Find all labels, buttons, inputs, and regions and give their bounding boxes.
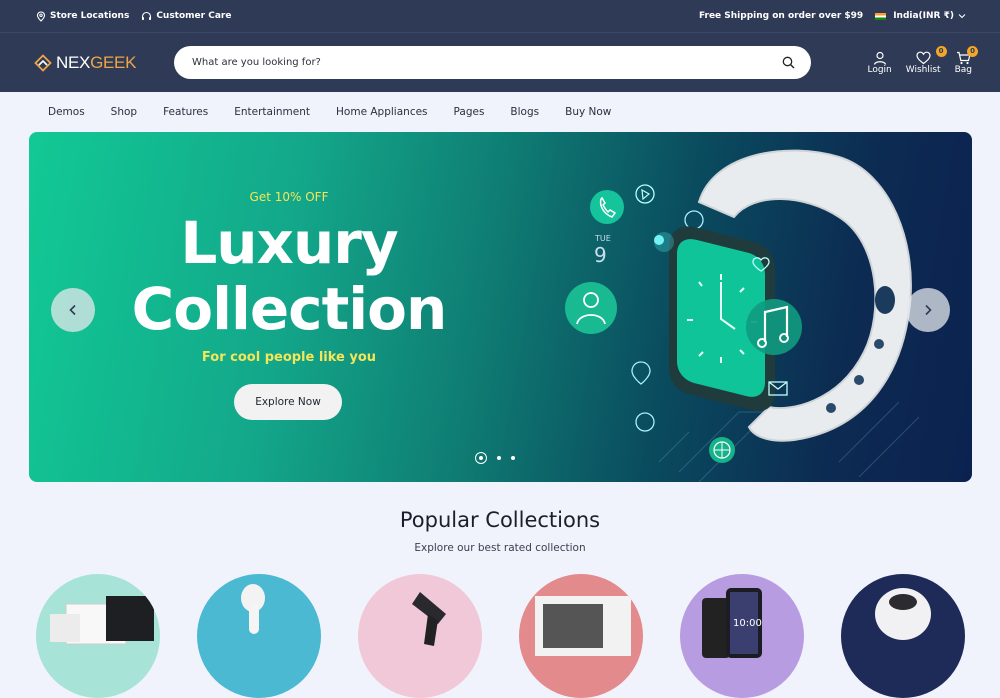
- top-bar-right: Free Shipping on order over $99 India(IN…: [699, 11, 966, 21]
- smart-speaker-image: [875, 588, 931, 640]
- hair-dryer-image: [412, 592, 446, 646]
- hero-banner: Get 10% OFF Luxury Collection For cool p…: [29, 132, 972, 482]
- watch-day: TUE: [594, 234, 611, 243]
- collection-hair-dryers[interactable]: [358, 574, 482, 698]
- collection-microwaves[interactable]: [519, 574, 643, 698]
- bag-count-badge: 0: [967, 45, 978, 57]
- nav-item-home-appliances[interactable]: Home Appliances: [336, 106, 428, 118]
- bag-button[interactable]: 0 Bag: [954, 45, 978, 75]
- collections-title: Popular Collections: [399, 508, 601, 532]
- logo-suffix: GEEK: [90, 52, 137, 72]
- logo-prefix: NEX: [56, 52, 91, 72]
- nav-item-entertainment[interactable]: Entertainment: [234, 106, 310, 118]
- logo-mark-icon: [34, 53, 52, 72]
- nav-item-demos[interactable]: Demos: [48, 106, 85, 118]
- headset-icon: [142, 11, 152, 20]
- microwave-image: [535, 596, 631, 656]
- nav-item-shop[interactable]: Shop: [111, 106, 137, 118]
- hero-title-line1: Luxury: [180, 209, 398, 277]
- wishlist-button[interactable]: 0 Wishlist: [905, 45, 947, 75]
- customer-care-label: Customer Care: [156, 11, 232, 21]
- currency-selector[interactable]: India(INR ₹): [875, 11, 966, 21]
- collection-laptops[interactable]: [36, 574, 160, 698]
- currency-label: India(INR ₹): [893, 11, 954, 21]
- nav-item-blogs[interactable]: Blogs: [510, 106, 539, 118]
- login-label: Login: [867, 64, 892, 75]
- earbud-image: [241, 584, 265, 634]
- nav-item-features[interactable]: Features: [163, 106, 208, 118]
- search-bar[interactable]: What are you looking for?: [174, 46, 811, 79]
- location-pin-icon: [36, 10, 46, 22]
- collections-subtitle: Explore our best rated collection: [414, 542, 586, 554]
- smartphones-image: 10:00: [702, 588, 762, 658]
- search-icon[interactable]: [782, 56, 795, 69]
- store-locations-link[interactable]: Store Locations: [36, 10, 130, 22]
- search-input[interactable]: What are you looking for?: [192, 57, 321, 68]
- bag-label: Bag: [954, 64, 972, 75]
- phone-screen-time: 10:00: [733, 618, 762, 629]
- laptop-screens-image: [50, 596, 154, 645]
- slider-pagination: [475, 452, 515, 464]
- chevron-left-icon: [69, 304, 76, 316]
- free-shipping-text: Free Shipping on order over $99: [698, 11, 864, 21]
- login-button[interactable]: Login: [867, 51, 892, 75]
- hero-prev-button[interactable]: [51, 288, 95, 332]
- hero-next-button[interactable]: [906, 288, 950, 332]
- chevron-right-icon: [925, 304, 932, 316]
- main-header: NEXGEEK What are you looking for? Login …: [0, 33, 1000, 92]
- slide-dot-2[interactable]: [497, 456, 501, 460]
- nav-item-pages[interactable]: Pages: [454, 106, 485, 118]
- main-nav: Demos Shop Features Entertainment Home A…: [0, 92, 1000, 132]
- nav-item-buy-now[interactable]: Buy Now: [565, 106, 611, 118]
- user-icon: [873, 51, 886, 65]
- wishlist-count-badge: 0: [935, 45, 947, 57]
- top-bar: Store Locations Customer Care Free Shipp…: [0, 0, 1000, 33]
- customer-care-link[interactable]: Customer Care: [141, 11, 231, 22]
- collection-smartphones[interactable]: 10:00: [680, 574, 804, 698]
- hero-title-line2: Collection: [131, 275, 448, 343]
- hero-offer: Get 10% OFF: [249, 190, 329, 204]
- hero-subtitle: For cool people like you: [201, 350, 377, 365]
- chevron-down-icon: [958, 14, 966, 19]
- logo-text: NEXGEEK: [56, 53, 136, 73]
- collection-smart-speakers[interactable]: [841, 574, 965, 698]
- slide-dot-1[interactable]: [475, 452, 487, 464]
- collection-earbuds[interactable]: [197, 574, 321, 698]
- store-locations-label: Store Locations: [50, 11, 130, 21]
- heart-icon: [916, 51, 931, 64]
- watch-date: 9: [594, 243, 607, 267]
- explore-now-button[interactable]: Explore Now: [234, 384, 342, 420]
- wishlist-label: Wishlist: [905, 64, 941, 75]
- india-flag-icon: [875, 12, 887, 20]
- top-bar-left: Store Locations Customer Care: [36, 10, 231, 22]
- header-actions: Login 0 Wishlist 0 Bag: [867, 45, 978, 75]
- slide-dot-3[interactable]: [511, 456, 515, 460]
- site-logo[interactable]: NEXGEEK: [34, 53, 174, 73]
